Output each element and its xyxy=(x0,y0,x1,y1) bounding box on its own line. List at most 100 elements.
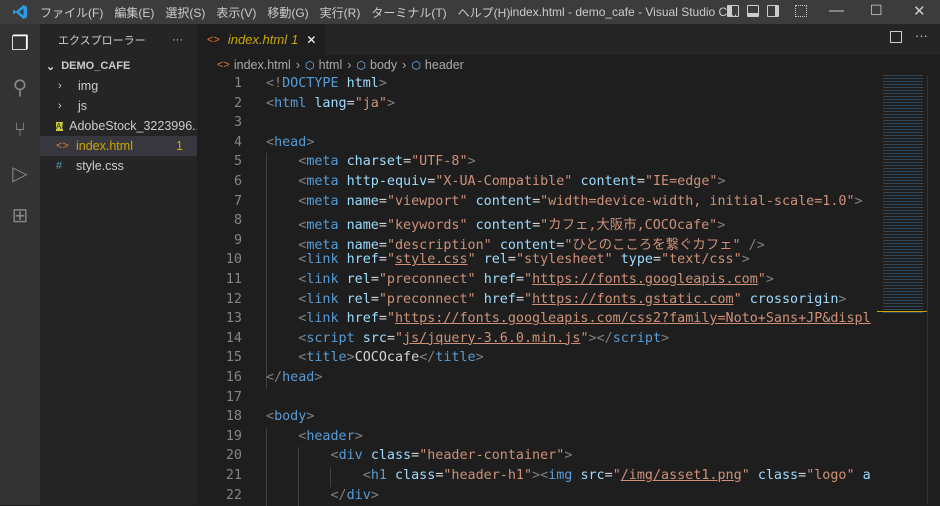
file-item-index-html[interactable]: <> index.html 1 xyxy=(40,136,197,156)
code-token: = xyxy=(532,218,541,234)
code-line[interactable]: <link rel="preconnect" href="https://fon… xyxy=(266,292,846,307)
code-token: head xyxy=(282,370,315,385)
menu-item[interactable]: ターミナル(T) xyxy=(371,4,446,21)
code-line[interactable]: </div> xyxy=(266,488,379,503)
code-line[interactable]: <link href="style.css" rel="stylesheet" … xyxy=(266,252,750,267)
file-label: img xyxy=(78,79,99,93)
code-token: >< xyxy=(532,468,549,483)
file-item-img[interactable]: › img xyxy=(40,76,197,96)
code-line[interactable]: <html lang="ja"> xyxy=(266,96,395,111)
line-number: 12 xyxy=(225,291,242,307)
code-token: "IE=edge" xyxy=(644,174,718,189)
chevron-right-icon: › xyxy=(58,80,62,92)
code-token: script xyxy=(306,330,355,346)
minimize-button[interactable]: — xyxy=(829,2,844,19)
code-token: rel xyxy=(346,272,371,287)
code-token: = xyxy=(370,272,379,287)
toggle-secondary-sidebar-icon[interactable] xyxy=(767,5,779,17)
split-editor-icon[interactable] xyxy=(890,31,902,43)
code-line[interactable]: <meta name="description" content="ひとのこころ… xyxy=(266,233,765,253)
vscode-logo-icon xyxy=(0,0,40,24)
maximize-button[interactable]: ☐ xyxy=(870,2,883,19)
tab-index-html[interactable]: <> index.html 1 ✕ xyxy=(197,24,327,55)
line-number: 15 xyxy=(225,350,242,366)
file-label: index.html xyxy=(76,139,133,153)
code-token: meta xyxy=(306,237,339,253)
code-line[interactable]: <header> xyxy=(266,429,363,444)
menu-item[interactable]: 移動(G) xyxy=(267,4,308,21)
breadcrumb-item[interactable]: header xyxy=(425,58,464,72)
code-line[interactable]: <!DOCTYPE html> xyxy=(266,76,387,91)
code-token: name xyxy=(346,218,379,234)
explorer-icon[interactable]: ❐ xyxy=(8,32,32,56)
code-token: = xyxy=(798,468,807,483)
menu-item[interactable]: ファイル(F) xyxy=(40,4,103,21)
code-line[interactable]: <title>COCOcafe</title> xyxy=(266,350,483,365)
breadcrumb: <> index.html › ⬡ html › ⬡ body › ⬡ header xyxy=(197,55,940,75)
code-token: src xyxy=(362,330,387,346)
code-line[interactable]: <meta http-equiv="X-UA-Compatible" conte… xyxy=(266,174,725,189)
search-icon[interactable]: ⚲ xyxy=(8,76,32,100)
code-token: http-equiv xyxy=(346,174,428,189)
code-token: </ xyxy=(330,487,347,503)
close-tab-icon[interactable]: ✕ xyxy=(306,33,316,47)
code-line[interactable]: <div class="header-container"> xyxy=(266,448,573,463)
code-token: = xyxy=(386,330,395,346)
code-line[interactable]: </head> xyxy=(266,370,322,385)
code-line[interactable]: <meta charset="UTF-8"> xyxy=(266,154,475,170)
file-item-adobestock-3223996-[interactable]: Ai AdobeStock_3223996... xyxy=(40,116,197,136)
breadcrumb-item[interactable]: body xyxy=(370,58,397,72)
vertical-scrollbar[interactable] xyxy=(927,75,940,505)
menu-item[interactable]: ヘルプ(H) xyxy=(458,4,511,21)
breadcrumb-item[interactable]: index.html xyxy=(234,58,291,72)
file-label: style.css xyxy=(76,159,124,173)
code-token: = xyxy=(636,174,645,189)
code-token: " xyxy=(524,291,533,307)
code-token: "stylesheet" xyxy=(515,252,613,268)
editor-more-actions-icon[interactable]: ··· xyxy=(915,28,928,43)
code-token: href xyxy=(346,252,379,268)
source-control-icon[interactable]: ⑂ xyxy=(8,118,32,142)
menu-item[interactable]: 表示(V) xyxy=(216,4,256,21)
extensions-icon[interactable]: ⊞ xyxy=(8,204,32,228)
file-item-js[interactable]: › js xyxy=(40,96,197,116)
code-line[interactable]: <h1 class="header-h1"><img src="/img/ass… xyxy=(266,468,871,483)
explorer-sidebar: エクスプローラー ··· ⌄ DEMO_CAFE › img › js Ai AdobeSto… xyxy=(40,24,197,505)
code-line[interactable]: <head> xyxy=(266,135,314,150)
code-token: meta xyxy=(306,218,339,234)
customize-layout-icon[interactable] xyxy=(795,5,807,17)
code-token: "UTF-8" xyxy=(411,154,468,170)
code-token: "width=device-width, initial-scale=1.0" xyxy=(540,193,855,209)
code-token: content xyxy=(475,193,533,209)
code-token: > xyxy=(354,428,363,444)
minimap[interactable] xyxy=(877,75,927,505)
run-debug-icon[interactable]: ▷ xyxy=(8,162,32,186)
code-line[interactable]: <meta name="viewport" content="width=dev… xyxy=(266,193,862,209)
toggle-panel-icon[interactable] xyxy=(747,5,759,17)
menu-bar: ファイル(F) 編集(E) 選択(S) 表示(V) 移動(G) 実行(R) ターミナル(T)… xyxy=(40,4,521,21)
toggle-sidebar-icon[interactable] xyxy=(727,5,739,17)
code-line[interactable]: <link rel="preconnect" href="https://fon… xyxy=(266,272,774,287)
menu-item[interactable]: 編集(E) xyxy=(114,4,154,21)
code-token: > xyxy=(314,370,323,385)
line-number: 22 xyxy=(225,487,242,503)
menu-item[interactable]: 実行(R) xyxy=(320,4,361,21)
code-token: href xyxy=(483,272,516,287)
code-line[interactable]: <link href="https://fonts.googleapis.com… xyxy=(266,311,870,326)
file-item-style-css[interactable]: # style.css xyxy=(40,156,197,176)
code-line[interactable]: <body> xyxy=(266,409,314,424)
more-actions-button[interactable]: ··· xyxy=(172,34,183,46)
folder-demo-cafe[interactable]: ⌄ DEMO_CAFE xyxy=(40,56,197,76)
code-token: https://fonts.googleapis.com xyxy=(532,272,758,287)
code-line[interactable]: <script src="js/jquery-3.6.0.min.js"></s… xyxy=(266,331,669,346)
breadcrumb-item[interactable]: html xyxy=(319,58,343,72)
menu-item[interactable]: 選択(S) xyxy=(165,4,205,21)
code-line[interactable]: <meta name="keywords" content="カフェ,大阪市,C… xyxy=(266,213,725,233)
close-window-button[interactable]: ✕ xyxy=(913,2,926,20)
line-number: 14 xyxy=(225,330,242,346)
